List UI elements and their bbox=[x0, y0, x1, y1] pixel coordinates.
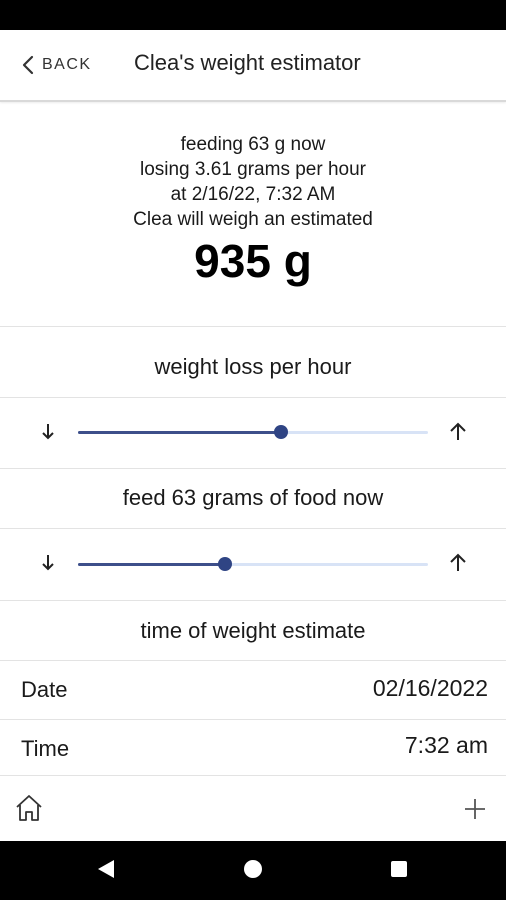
nav-back-button[interactable] bbox=[94, 859, 118, 883]
divider bbox=[0, 600, 506, 601]
increase-feed-button[interactable] bbox=[443, 549, 473, 579]
system-navigation-bar bbox=[0, 841, 506, 900]
nav-home-button[interactable] bbox=[241, 859, 265, 883]
feed-amount-slider-fill bbox=[78, 563, 225, 566]
plus-icon bbox=[462, 799, 488, 826]
bottom-toolbar bbox=[0, 775, 506, 842]
estimated-weight: 935 g bbox=[194, 235, 312, 287]
page-title: Clea's weight estimator bbox=[134, 50, 361, 75]
home-icon bbox=[14, 795, 44, 827]
date-value[interactable]: 02/16/2022 bbox=[373, 675, 488, 702]
weight-loss-slider[interactable] bbox=[78, 425, 428, 439]
add-button[interactable] bbox=[462, 796, 488, 822]
back-label: BACK bbox=[42, 56, 92, 73]
divider bbox=[0, 468, 506, 469]
back-button[interactable]: BACK bbox=[22, 52, 92, 78]
estimate-summary: feeding 63 g now losing 3.61 grams per h… bbox=[0, 102, 506, 326]
weight-loss-slider-fill bbox=[78, 431, 281, 434]
date-field-row[interactable]: Date 02/16/2022 bbox=[0, 661, 506, 719]
feeding-text: feeding 63 g now bbox=[180, 134, 326, 155]
divider bbox=[0, 326, 506, 327]
decrease-feed-button[interactable] bbox=[33, 549, 63, 579]
status-bar bbox=[0, 0, 506, 30]
arrow-down-icon bbox=[41, 422, 55, 445]
increase-weight-loss-button[interactable] bbox=[443, 418, 473, 448]
triangle-back-icon bbox=[96, 858, 116, 885]
screen: BACK Clea's weight estimator feeding 63 … bbox=[0, 0, 506, 900]
arrow-up-icon bbox=[449, 552, 467, 577]
estimate-time-label: time of weight estimate bbox=[140, 618, 366, 643]
loss-rate-text: losing 3.61 grams per hour bbox=[139, 159, 366, 180]
weight-loss-slider-thumb[interactable] bbox=[274, 425, 288, 439]
estimate-time-text: at 2/16/22, 7:32 AM bbox=[170, 184, 336, 205]
date-label: Date bbox=[21, 677, 68, 702]
feed-amount-slider[interactable] bbox=[78, 557, 428, 571]
estimate-intro-text: Clea will weigh an estimated bbox=[133, 209, 373, 230]
home-button[interactable] bbox=[14, 793, 44, 823]
time-value[interactable]: 7:32 am bbox=[405, 732, 488, 759]
app-bar: BACK Clea's weight estimator bbox=[0, 30, 506, 102]
feed-amount-slider-row bbox=[0, 529, 506, 599]
weight-loss-label: weight loss per hour bbox=[154, 354, 352, 379]
chevron-left-icon bbox=[22, 55, 34, 75]
arrow-down-icon bbox=[41, 553, 55, 576]
time-field-row[interactable]: Time 7:32 am bbox=[0, 720, 506, 778]
nav-recents-button[interactable] bbox=[387, 859, 411, 883]
circle-home-icon bbox=[242, 858, 264, 885]
feed-amount-slider-thumb[interactable] bbox=[218, 557, 232, 571]
arrow-up-icon bbox=[449, 421, 467, 446]
weight-loss-slider-row bbox=[0, 398, 506, 468]
time-label: Time bbox=[21, 736, 70, 761]
decrease-weight-loss-button[interactable] bbox=[33, 418, 63, 448]
feed-amount-label: feed 63 grams of food now bbox=[122, 485, 384, 510]
square-recents-icon bbox=[389, 859, 409, 884]
